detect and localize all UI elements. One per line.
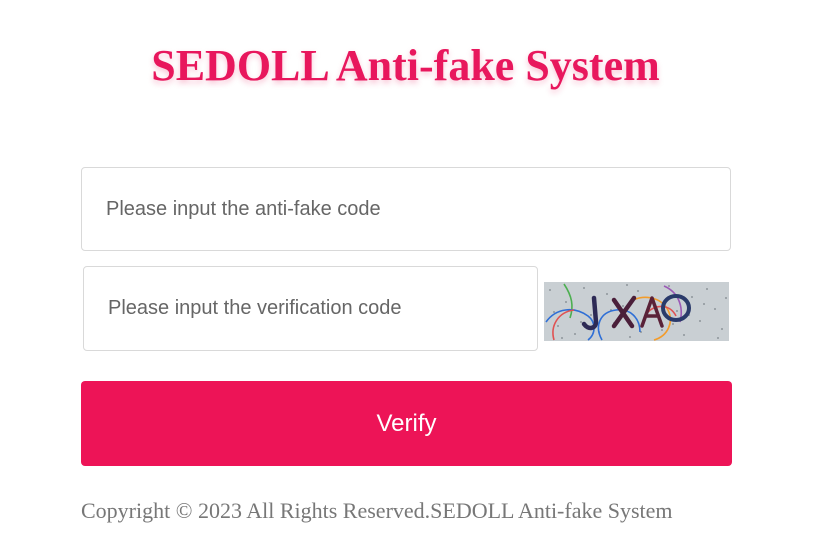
page-title: SEDOLL Anti-fake System [151,41,660,90]
captcha-image[interactable] [544,282,729,341]
captcha-graphic [545,283,727,341]
captcha-arcs [545,283,682,341]
captcha-noise [549,284,727,339]
verify-button[interactable]: Verify [81,381,732,466]
anti-fake-code-input[interactable] [81,167,731,251]
copyright-text: Copyright © 2023 All Rights Reserved.SED… [81,498,673,523]
verification-code-input[interactable] [83,266,538,351]
